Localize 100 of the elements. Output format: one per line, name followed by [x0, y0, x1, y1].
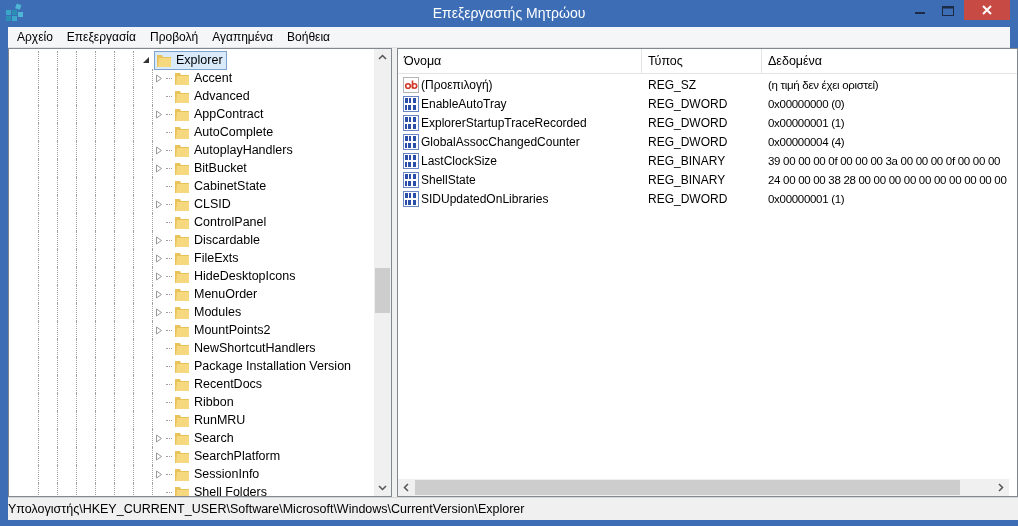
- value-name[interactable]: SIDUpdatedOnLibraries: [421, 191, 549, 206]
- tree-item[interactable]: CLSID: [172, 194, 235, 214]
- tree-item-label: Ribbon: [194, 395, 234, 409]
- expand-arrow-icon[interactable]: [155, 307, 163, 317]
- expand-arrow-icon[interactable]: [155, 469, 163, 479]
- expand-arrow-icon[interactable]: [155, 253, 163, 263]
- tree-item[interactable]: Search: [172, 428, 238, 448]
- menu-item[interactable]: Προβολή: [142, 30, 206, 44]
- binary-value-icon: [403, 114, 419, 131]
- folder-icon: [174, 214, 190, 230]
- tree-item[interactable]: MenuOrder: [172, 284, 262, 304]
- value-name[interactable]: ExplorerStartupTraceRecorded: [421, 115, 587, 130]
- tree-item[interactable]: Modules: [172, 302, 246, 322]
- tree-item[interactable]: FileExts: [172, 248, 243, 268]
- tree-item[interactable]: ControlPanel: [172, 212, 271, 232]
- expand-arrow-icon[interactable]: [155, 109, 163, 119]
- tree-item[interactable]: Package Installation Version: [172, 356, 356, 376]
- tree-item[interactable]: Advanced: [172, 86, 254, 106]
- tree-item-label: SearchPlatform: [194, 449, 281, 463]
- menu-item[interactable]: Αρχείο: [10, 30, 60, 44]
- scroll-thumb[interactable]: [415, 480, 960, 495]
- tree-item-label: FileExts: [194, 251, 239, 265]
- value-type: REG_BINARY: [647, 172, 727, 187]
- binary-value-icon: [403, 171, 419, 188]
- tree-item-label: Search: [194, 431, 234, 445]
- value-data: 0x00000000 (0): [767, 97, 846, 110]
- folder-icon: [174, 142, 190, 158]
- tree-item[interactable]: MountPoints2: [172, 320, 275, 340]
- tree-item-label: Discardable: [194, 233, 260, 247]
- folder-icon: [156, 52, 172, 68]
- value-name[interactable]: LastClockSize: [421, 153, 498, 168]
- tree-item-label: Shell Folders: [194, 485, 267, 496]
- tree-item-label: Modules: [194, 305, 242, 319]
- close-button[interactable]: [964, 0, 1010, 20]
- value-name[interactable]: (Προεπιλογή): [421, 77, 493, 92]
- tree-item[interactable]: AutoComplete: [172, 122, 278, 142]
- folder-icon: [174, 376, 190, 392]
- expand-arrow-icon[interactable]: [155, 289, 163, 299]
- folder-icon: [174, 178, 190, 194]
- value-name[interactable]: EnableAutoTray: [421, 96, 507, 111]
- value-type: REG_DWORD: [647, 115, 729, 130]
- collapse-arrow-icon[interactable]: [142, 56, 150, 64]
- value-data: 24 00 00 00 38 28 00 00 00 00 00 00 00 00 00 00: [767, 173, 1008, 186]
- tree-item[interactable]: SessionInfo: [172, 464, 264, 484]
- value-data: 39 00 00 00 0f 00 00 00 3a 00 00 00 0f 00 00 00: [767, 154, 1002, 167]
- tree-item-label: RunMRU: [194, 413, 246, 427]
- menu-item[interactable]: Βοήθεια: [280, 30, 338, 44]
- tree-item-label: SessionInfo: [194, 467, 260, 481]
- tree-item[interactable]: BitBucket: [172, 158, 251, 178]
- value-name[interactable]: ShellState: [421, 172, 476, 187]
- expand-arrow-icon[interactable]: [155, 451, 163, 461]
- folder-icon: [174, 340, 190, 356]
- tree-item[interactable]: Explorer: [154, 50, 227, 70]
- expand-arrow-icon[interactable]: [155, 325, 163, 335]
- value-data: (η τιμή δεν έχει οριστεί): [767, 78, 880, 91]
- folder-icon: [174, 394, 190, 410]
- tree-item[interactable]: AppContract: [172, 104, 268, 124]
- binary-value-icon: [403, 152, 419, 169]
- expand-arrow-icon[interactable]: [155, 199, 163, 209]
- scroll-thumb[interactable]: [375, 268, 390, 313]
- tree-item[interactable]: HideDesktopIcons: [172, 266, 300, 286]
- expand-arrow-icon[interactable]: [155, 433, 163, 443]
- folder-icon: [174, 322, 190, 338]
- expand-arrow-icon[interactable]: [155, 271, 163, 281]
- folder-icon: [174, 232, 190, 248]
- tree-item-label: Accent: [194, 71, 233, 85]
- value-type: REG_SZ: [647, 77, 697, 92]
- folder-icon: [174, 358, 190, 374]
- scrollbar[interactable]: [398, 479, 1009, 496]
- menu-item[interactable]: Επεξεργασία: [59, 30, 143, 44]
- expand-arrow-icon[interactable]: [155, 73, 163, 83]
- expand-arrow-icon[interactable]: [155, 145, 163, 155]
- value-type: REG_BINARY: [647, 153, 727, 168]
- value-name[interactable]: GlobalAssocChangedCounter: [421, 134, 580, 149]
- tree-item-label: RecentDocs: [194, 377, 263, 391]
- scrollbar[interactable]: [374, 49, 391, 496]
- tree-item-label: NewShortcutHandlers: [194, 341, 316, 355]
- tree-item[interactable]: CabinetState: [172, 176, 271, 196]
- column-header[interactable]: Δεδομένα: [762, 49, 1017, 73]
- column-header[interactable]: Όνομα: [398, 49, 642, 73]
- string-value-icon: [403, 76, 419, 93]
- expand-arrow-icon[interactable]: [155, 163, 163, 173]
- tree-item-label: ControlPanel: [194, 215, 267, 229]
- expand-arrow-icon[interactable]: [155, 235, 163, 245]
- tree-item-label: AutoplayHandlers: [194, 143, 293, 157]
- binary-value-icon: [403, 190, 419, 207]
- tree-item[interactable]: Discardable: [172, 230, 264, 250]
- folder-icon: [174, 430, 190, 446]
- tree-item[interactable]: NewShortcutHandlers: [172, 338, 320, 358]
- tree-item[interactable]: RunMRU: [172, 410, 250, 430]
- tree-item[interactable]: AutoplayHandlers: [172, 140, 297, 160]
- tree-item[interactable]: Ribbon: [172, 392, 238, 412]
- column-header[interactable]: Τύπος: [642, 49, 762, 73]
- value-type: REG_DWORD: [647, 191, 729, 206]
- tree-item[interactable]: RecentDocs: [172, 374, 267, 394]
- menu-item[interactable]: Αγαπημένα: [205, 30, 281, 44]
- folder-icon: [174, 106, 190, 122]
- tree-item[interactable]: Accent: [172, 68, 237, 88]
- tree-item[interactable]: SearchPlatform: [172, 446, 285, 466]
- close-icon: [980, 3, 994, 17]
